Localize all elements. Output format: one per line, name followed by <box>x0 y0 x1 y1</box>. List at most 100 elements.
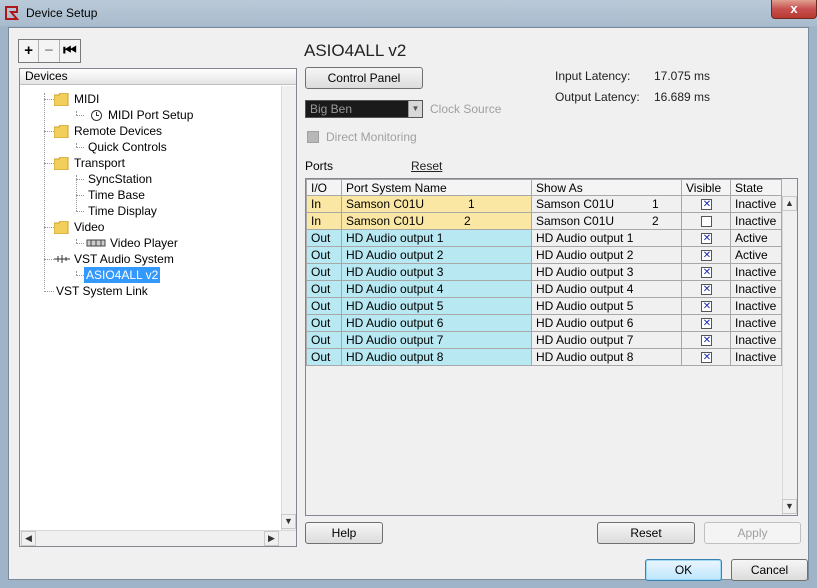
visible-cell[interactable] <box>681 280 731 298</box>
column-header-show-as[interactable]: Show As <box>531 179 682 196</box>
visible-cell[interactable] <box>681 297 731 315</box>
port-system-name-cell[interactable]: HD Audio output 5 <box>341 297 532 315</box>
visible-cell[interactable] <box>681 331 731 349</box>
tree-item-time-display[interactable]: Time Display <box>86 203 159 219</box>
port-system-name-cell[interactable]: HD Audio output 1 <box>341 229 532 247</box>
port-system-name-cell[interactable]: HD Audio output 3 <box>341 263 532 281</box>
control-panel-button[interactable]: Control Panel <box>305 67 423 89</box>
visible-checkbox[interactable] <box>700 351 713 364</box>
port-row[interactable]: Out HD Audio output 2 HD Audio output 2 Act… <box>306 246 782 264</box>
close-button[interactable]: x <box>771 0 817 19</box>
port-io-cell[interactable]: Out <box>306 263 342 281</box>
visible-checkbox[interactable] <box>700 266 713 279</box>
port-io-cell[interactable]: Out <box>306 246 342 264</box>
scroll-right-icon[interactable]: ▶ <box>264 531 279 546</box>
show-as-cell[interactable]: HD Audio output 1 <box>531 229 682 247</box>
devices-tree[interactable]: Devices MIDI MIDI Port Setup Remote Devi… <box>19 68 297 547</box>
direct-monitoring-checkbox[interactable] <box>307 131 319 143</box>
apply-button[interactable]: Apply <box>704 522 801 544</box>
visible-checkbox[interactable] <box>700 232 713 245</box>
visible-checkbox[interactable] <box>700 283 713 296</box>
visible-checkbox[interactable] <box>700 334 713 347</box>
tree-item-quick-controls[interactable]: Quick Controls <box>86 139 169 155</box>
tree-item-transport[interactable]: Transport <box>54 155 127 171</box>
reset-button[interactable]: Reset <box>597 522 695 544</box>
chevron-down-icon[interactable]: ▼ <box>408 101 422 117</box>
visible-cell[interactable] <box>681 348 731 366</box>
remove-device-button[interactable]: − <box>39 40 60 62</box>
port-row[interactable]: Out HD Audio output 8 HD Audio output 8 Ina… <box>306 348 782 366</box>
port-row[interactable]: Out HD Audio output 3 HD Audio output 3 Ina… <box>306 263 782 281</box>
column-header-state[interactable]: State <box>730 179 782 196</box>
port-state-cell[interactable]: Inactive <box>730 195 782 213</box>
column-header-visible[interactable]: Visible <box>681 179 731 196</box>
show-as-cell[interactable]: Samson C01U 2 <box>531 212 682 230</box>
port-state-cell[interactable]: Active <box>730 246 782 264</box>
reset-ports-link[interactable]: Reset <box>411 159 442 173</box>
tree-item-syncstation[interactable]: SyncStation <box>86 171 154 187</box>
port-system-name-cell[interactable]: HD Audio output 8 <box>341 348 532 366</box>
tree-horizontal-scrollbar[interactable]: ◀ ▶ <box>20 530 296 546</box>
tree-vertical-scrollbar[interactable]: ▼ <box>281 86 296 530</box>
tree-item-remote-devices[interactable]: Remote Devices <box>54 123 164 139</box>
port-io-cell[interactable]: Out <box>306 314 342 332</box>
port-row[interactable]: Out HD Audio output 4 HD Audio output 4 Ina… <box>306 280 782 298</box>
visible-cell[interactable] <box>681 314 731 332</box>
port-row[interactable]: In Samson C01U 2 Samson C01U 2 Inactive <box>306 212 782 230</box>
ports-vertical-scrollbar[interactable]: ▲ ▼ <box>782 196 797 515</box>
port-system-name-cell[interactable]: HD Audio output 2 <box>341 246 532 264</box>
visible-cell[interactable] <box>681 195 731 213</box>
scroll-down-icon[interactable]: ▼ <box>782 499 797 514</box>
port-state-cell[interactable]: Inactive <box>730 280 782 298</box>
column-header-port-system-name[interactable]: Port System Name <box>341 179 532 196</box>
port-state-cell[interactable]: Inactive <box>730 314 782 332</box>
port-row[interactable]: In Samson C01U 1 Samson C01U 1 Inactive <box>306 195 782 213</box>
tree-item-time-base[interactable]: Time Base <box>86 187 147 203</box>
add-device-button[interactable]: + <box>19 40 40 62</box>
show-as-cell[interactable]: HD Audio output 8 <box>531 348 682 366</box>
port-row[interactable]: Out HD Audio output 7 HD Audio output 7 Ina… <box>306 331 782 349</box>
port-system-name-cell[interactable]: Samson C01U 2 <box>341 212 532 230</box>
port-row[interactable]: Out HD Audio output 1 HD Audio output 1 Act… <box>306 229 782 247</box>
port-row[interactable]: Out HD Audio output 5 HD Audio output 5 Ina… <box>306 297 782 315</box>
port-state-cell[interactable]: Inactive <box>730 297 782 315</box>
tree-item-asio4all[interactable]: ASIO4ALL v2 <box>84 267 161 283</box>
port-io-cell[interactable]: Out <box>306 348 342 366</box>
show-as-cell[interactable]: HD Audio output 6 <box>531 314 682 332</box>
help-button[interactable]: Help <box>305 522 383 544</box>
port-io-cell[interactable]: In <box>306 212 342 230</box>
tree-item-midi[interactable]: MIDI <box>54 91 101 107</box>
visible-checkbox[interactable] <box>700 317 713 330</box>
visible-cell[interactable] <box>681 246 731 264</box>
cancel-button[interactable]: Cancel <box>731 559 808 581</box>
port-row[interactable]: Out HD Audio output 6 HD Audio output 6 Ina… <box>306 314 782 332</box>
port-state-cell[interactable]: Inactive <box>730 348 782 366</box>
show-as-cell[interactable]: HD Audio output 5 <box>531 297 682 315</box>
port-io-cell[interactable]: Out <box>306 331 342 349</box>
tree-item-video-player[interactable]: Video Player <box>86 235 180 251</box>
port-system-name-cell[interactable]: HD Audio output 6 <box>341 314 532 332</box>
port-io-cell[interactable]: Out <box>306 280 342 298</box>
port-state-cell[interactable]: Active <box>730 229 782 247</box>
port-state-cell[interactable]: Inactive <box>730 331 782 349</box>
show-as-cell[interactable]: HD Audio output 3 <box>531 263 682 281</box>
ok-button[interactable]: OK <box>645 559 722 581</box>
visible-cell[interactable] <box>681 212 731 230</box>
show-as-cell[interactable]: Samson C01U 1 <box>531 195 682 213</box>
scroll-down-icon[interactable]: ▼ <box>281 514 296 529</box>
tree-item-vst-system-link[interactable]: VST System Link <box>54 283 150 299</box>
clock-source-select[interactable]: Big Ben ▼ <box>305 100 423 118</box>
port-state-cell[interactable]: Inactive <box>730 263 782 281</box>
column-header-io[interactable]: I/O <box>306 179 342 196</box>
tree-item-video[interactable]: Video <box>54 219 106 235</box>
show-as-cell[interactable]: HD Audio output 7 <box>531 331 682 349</box>
visible-checkbox[interactable] <box>700 216 712 228</box>
scroll-left-icon[interactable]: ◀ <box>21 531 36 546</box>
port-io-cell[interactable]: In <box>306 195 342 213</box>
port-state-cell[interactable]: Inactive <box>730 212 782 230</box>
port-io-cell[interactable]: Out <box>306 297 342 315</box>
show-as-cell[interactable]: HD Audio output 4 <box>531 280 682 298</box>
port-io-cell[interactable]: Out <box>306 229 342 247</box>
visible-checkbox[interactable] <box>700 249 713 262</box>
port-system-name-cell[interactable]: HD Audio output 7 <box>341 331 532 349</box>
